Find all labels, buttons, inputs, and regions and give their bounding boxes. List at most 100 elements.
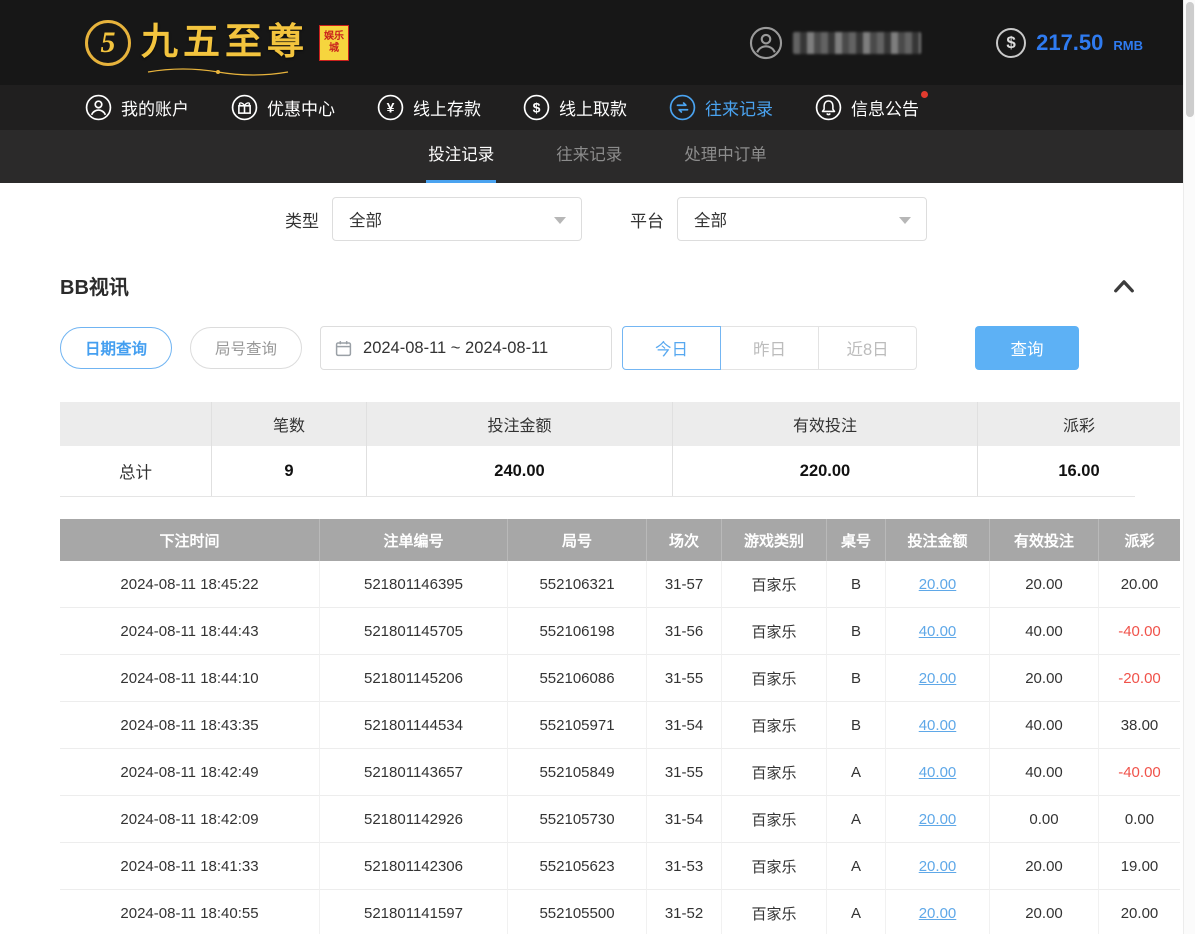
- cell-round-id: 552105623: [508, 843, 647, 890]
- withdraw-icon: $: [523, 94, 550, 121]
- table-row: 2024-08-11 18:40:55521801141597552105500…: [60, 890, 1135, 934]
- nav-item-account[interactable]: 我的账户: [85, 94, 189, 121]
- deposit-icon: ¥: [377, 94, 404, 121]
- tab-transfer-records[interactable]: 往来记录: [554, 130, 624, 183]
- date-query-button[interactable]: 日期查询: [60, 327, 172, 369]
- brand-logo[interactable]: 5 九五至尊 娱乐城: [85, 20, 349, 66]
- notification-dot: [921, 91, 928, 98]
- cell-valid-bet: 20.00: [990, 890, 1099, 934]
- section-header: BB视讯: [60, 271, 1135, 300]
- query-toolbar: 日期查询 局号查询 2024-08-11 ~ 2024-08-11 今日昨日近8…: [60, 326, 1195, 370]
- cell-order-id: 521801145705: [320, 608, 508, 655]
- cell-order-id: 521801143657: [320, 749, 508, 796]
- quick-range-group: 今日昨日近8日: [622, 326, 917, 370]
- nav-item-label: 线上取款: [559, 95, 627, 120]
- cell-payout: 19.00: [1099, 843, 1180, 890]
- cell-game-type: 百家乐: [722, 608, 827, 655]
- summary-header-cell: 投注金额: [367, 402, 673, 446]
- calendar-icon: [335, 340, 352, 357]
- bet-table-header: 下注时间注单编号局号场次游戏类别桌号投注金额有效投注派彩: [60, 519, 1135, 561]
- cell-session: 31-56: [647, 608, 722, 655]
- cell-bet-amount-link[interactable]: 20.00: [886, 655, 990, 702]
- cell-table-no: A: [827, 749, 886, 796]
- summary-total-value: 9: [212, 446, 367, 496]
- summary-total-value: 16.00: [978, 446, 1180, 496]
- range-button-yesterday[interactable]: 昨日: [720, 326, 819, 370]
- platform-select[interactable]: 全部: [677, 197, 927, 241]
- cell-bet-amount-link[interactable]: 20.00: [886, 561, 990, 608]
- cell-game-type: 百家乐: [722, 843, 827, 890]
- range-button-today[interactable]: 今日: [622, 326, 721, 370]
- svg-text:¥: ¥: [387, 100, 395, 116]
- summary-total-value: 220.00: [673, 446, 978, 496]
- balance-display[interactable]: $ 217.50 RMB: [996, 28, 1143, 58]
- vertical-scrollbar[interactable]: [1183, 0, 1195, 934]
- brand-name: 九五至尊: [141, 24, 309, 61]
- cell-game-type: 百家乐: [722, 796, 827, 843]
- cell-bet-amount-link[interactable]: 20.00: [886, 796, 990, 843]
- summary-header-cell: 有效投注: [673, 402, 978, 446]
- cell-round-id: 552105849: [508, 749, 647, 796]
- nav-item-label: 我的账户: [121, 95, 189, 120]
- cell-bet-amount-link[interactable]: 40.00: [886, 702, 990, 749]
- cell-table-no: B: [827, 608, 886, 655]
- cell-valid-bet: 40.00: [990, 749, 1099, 796]
- cell-valid-bet: 0.00: [990, 796, 1099, 843]
- column-header-bet-amount: 投注金额: [886, 519, 990, 561]
- cell-table-no: A: [827, 843, 886, 890]
- table-row: 2024-08-11 18:44:43521801145705552106198…: [60, 608, 1135, 655]
- date-range-input[interactable]: 2024-08-11 ~ 2024-08-11: [320, 326, 612, 370]
- brand-emblem: 5: [85, 20, 131, 66]
- nav-item-withdraw[interactable]: $ 线上取款: [523, 94, 627, 121]
- type-select[interactable]: 全部: [332, 197, 582, 241]
- cell-time: 2024-08-11 18:42:49: [60, 749, 320, 796]
- round-query-button[interactable]: 局号查询: [190, 327, 302, 369]
- column-header-session: 场次: [647, 519, 722, 561]
- nav-item-news[interactable]: 信息公告: [815, 94, 919, 121]
- cell-payout: -40.00: [1099, 608, 1180, 655]
- brand-badge: 娱乐城: [319, 25, 349, 61]
- cell-time: 2024-08-11 18:42:09: [60, 796, 320, 843]
- cell-table-no: B: [827, 655, 886, 702]
- table-row: 2024-08-11 18:45:22521801146395552106321…: [60, 561, 1135, 608]
- user-account[interactable]: [749, 26, 921, 60]
- chevron-down-icon: [554, 217, 566, 224]
- cell-game-type: 百家乐: [722, 655, 827, 702]
- cell-time: 2024-08-11 18:41:33: [60, 843, 320, 890]
- cell-payout: -20.00: [1099, 655, 1180, 702]
- cell-bet-amount-link[interactable]: 40.00: [886, 749, 990, 796]
- bet-table-body: 2024-08-11 18:45:22521801146395552106321…: [60, 561, 1135, 934]
- record-tabs: 投注记录 往来记录 处理中订单: [0, 130, 1195, 183]
- cell-session: 31-57: [647, 561, 722, 608]
- range-button-last8[interactable]: 近8日: [818, 326, 917, 370]
- cell-valid-bet: 20.00: [990, 843, 1099, 890]
- transfer-icon: [669, 94, 696, 121]
- tab-bet-records[interactable]: 投注记录: [426, 130, 496, 183]
- scrollbar-thumb[interactable]: [1186, 2, 1194, 117]
- cell-valid-bet: 20.00: [990, 655, 1099, 702]
- tab-pending-orders[interactable]: 处理中订单: [682, 130, 769, 183]
- cell-round-id: 552105500: [508, 890, 647, 934]
- column-header-table-no: 桌号: [827, 519, 886, 561]
- cell-session: 31-52: [647, 890, 722, 934]
- search-button[interactable]: 查询: [975, 326, 1079, 370]
- column-header-round-id: 局号: [508, 519, 647, 561]
- cell-bet-amount-link[interactable]: 20.00: [886, 890, 990, 934]
- cell-bet-amount-link[interactable]: 20.00: [886, 843, 990, 890]
- nav-item-records[interactable]: 往来记录: [669, 94, 773, 121]
- table-row: 2024-08-11 18:42:49521801143657552105849…: [60, 749, 1135, 796]
- cell-round-id: 552106086: [508, 655, 647, 702]
- collapse-chevron-up-icon[interactable]: [1113, 278, 1135, 294]
- balance-amount: 217.50: [1036, 30, 1103, 56]
- cell-table-no: B: [827, 702, 886, 749]
- nav-item-promo[interactable]: 优惠中心: [231, 94, 335, 121]
- top-header: 5 九五至尊 娱乐城 $ 217.50 RMB: [0, 0, 1195, 85]
- summary-table: 笔数投注金额有效投注派彩 总计9240.00220.0016.00: [60, 402, 1135, 497]
- cell-session: 31-55: [647, 749, 722, 796]
- column-header-valid-bet: 有效投注: [990, 519, 1099, 561]
- nav-item-deposit[interactable]: ¥线上存款: [377, 94, 481, 121]
- cell-game-type: 百家乐: [722, 890, 827, 934]
- cell-order-id: 521801142306: [320, 843, 508, 890]
- summary-header-row: 笔数投注金额有效投注派彩: [60, 402, 1135, 446]
- cell-bet-amount-link[interactable]: 40.00: [886, 608, 990, 655]
